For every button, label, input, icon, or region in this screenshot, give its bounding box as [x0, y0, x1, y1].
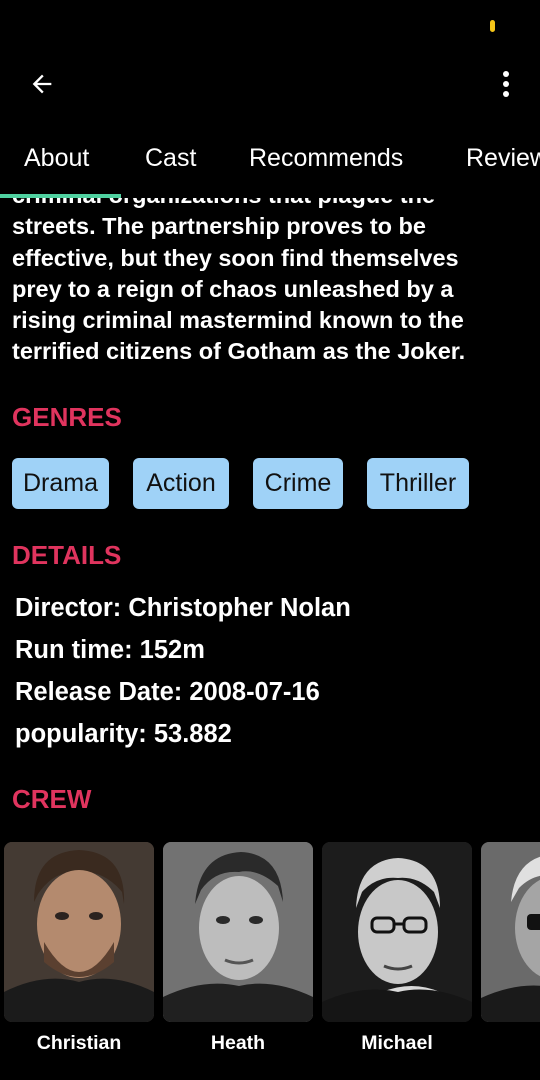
tab-cast[interactable]: Cast	[145, 144, 196, 173]
genre-chip[interactable]: Thriller	[367, 458, 469, 509]
more-vert-icon	[503, 71, 509, 97]
detail-release-date: Release Date: 2008-07-16	[15, 678, 320, 706]
genre-chip[interactable]: Drama	[12, 458, 109, 509]
overview-line: criminal organizations that plague the	[12, 198, 532, 211]
crew-name: Christian	[36, 1032, 122, 1054]
overview-line: terrified citizens of Gotham as the Joke…	[12, 338, 466, 365]
tab-about[interactable]: About	[24, 144, 89, 173]
detail-runtime: Run time: 152m	[15, 636, 205, 664]
crew-photo	[322, 842, 472, 1022]
crew-photo	[4, 842, 154, 1022]
about-content[interactable]: criminal organizations that plague the s…	[0, 198, 540, 1080]
overview-line: prey to a reign of chaos unleashed by a	[12, 275, 454, 302]
crew-name: G	[481, 1032, 540, 1055]
status-indicator-dot	[490, 20, 495, 32]
overview-text: criminal organizations that plague the s…	[12, 198, 532, 368]
overview-line: rising criminal mastermind known to the	[12, 307, 464, 334]
overview-line: effective, but they soon find themselves	[12, 244, 459, 271]
genre-chip[interactable]: Action	[133, 458, 229, 509]
crew-card[interactable]: Heath	[163, 842, 313, 1055]
crew-photo	[163, 842, 313, 1022]
crew-card[interactable]: Michael	[322, 842, 472, 1055]
detail-popularity: popularity: 53.882	[15, 720, 232, 748]
overview-line: streets. The partnership proves to be	[12, 213, 426, 240]
tab-bar: About Cast Recommends Reviews	[0, 130, 540, 200]
back-button[interactable]	[18, 62, 66, 106]
crew-name: Michael	[361, 1032, 433, 1054]
detail-director: Director: Christopher Nolan	[15, 594, 351, 622]
crew-photo	[481, 842, 540, 1022]
crew-name: Heath	[210, 1032, 266, 1054]
crew-card[interactable]: Christian	[4, 842, 154, 1055]
tab-reviews[interactable]: Reviews	[466, 144, 540, 173]
more-options-button[interactable]	[490, 62, 522, 106]
details-title: DETAILS	[12, 540, 122, 570]
app-bar	[0, 56, 540, 112]
crew-title: CREW	[12, 784, 92, 814]
tab-recommends[interactable]: Recommends	[249, 144, 403, 173]
arrow-left-icon	[32, 74, 52, 94]
crew-card[interactable]: G	[481, 842, 540, 1055]
genres-title: GENRES	[12, 402, 122, 432]
genre-chip[interactable]: Crime	[253, 458, 343, 509]
